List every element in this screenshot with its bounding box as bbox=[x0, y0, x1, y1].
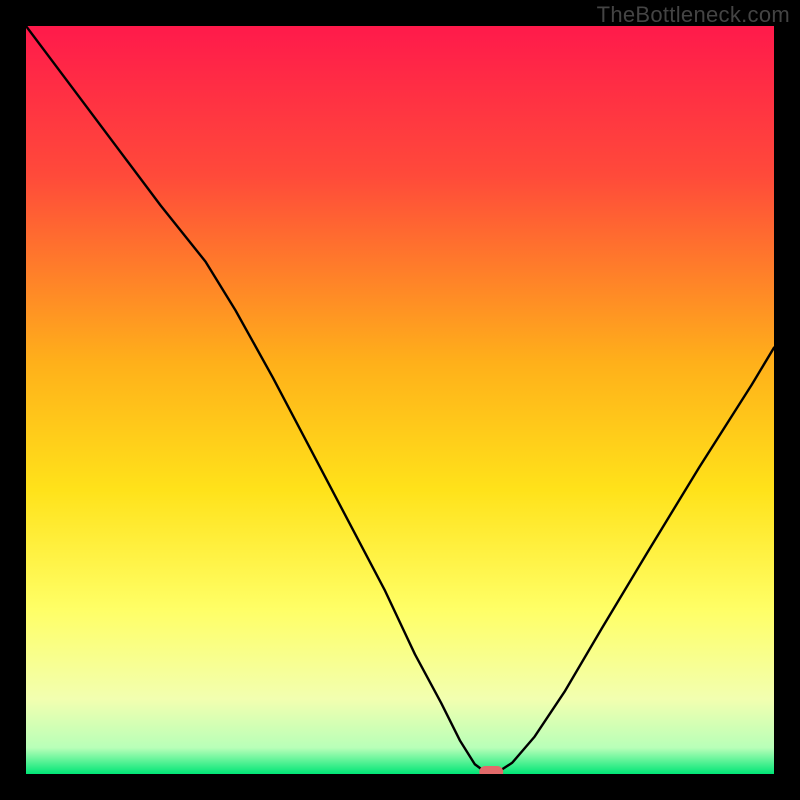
optimal-point-marker bbox=[479, 766, 503, 774]
watermark-text: TheBottleneck.com bbox=[597, 2, 790, 28]
chart-frame: TheBottleneck.com bbox=[0, 0, 800, 800]
bottleneck-chart-svg bbox=[26, 26, 774, 774]
plot-area bbox=[26, 26, 774, 774]
gradient-background bbox=[26, 26, 774, 774]
